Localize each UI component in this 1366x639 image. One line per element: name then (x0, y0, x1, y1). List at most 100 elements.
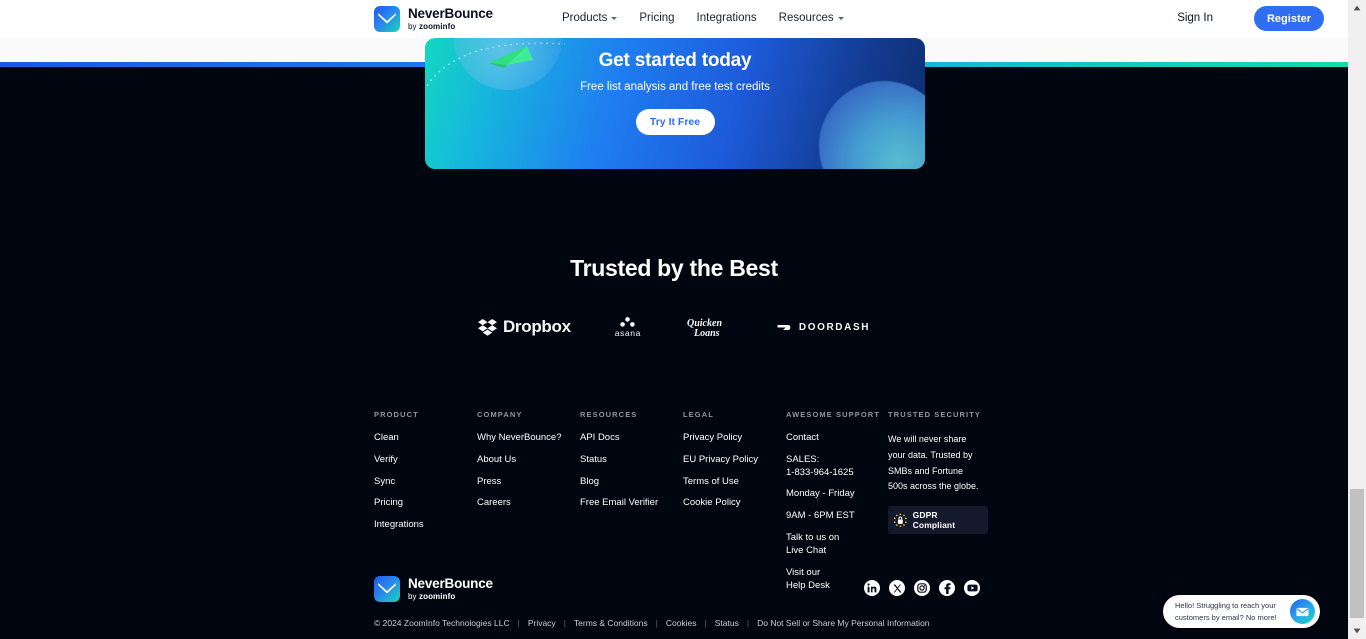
scroll-up-arrow-icon[interactable] (1348, 0, 1366, 16)
page-content: NeverBounce by zoominfo Products Pricing… (0, 0, 1348, 639)
footer-link-cookie-policy[interactable]: Cookie Policy (683, 497, 786, 510)
nav-item-integrations[interactable]: Integrations (697, 12, 757, 24)
nav-label: Resources (778, 12, 834, 24)
doordash-logo-icon (777, 324, 791, 330)
trusted-section: Trusted by the Best Dropbox asana Quicke… (0, 255, 1348, 338)
scrollbar-thumb[interactable] (1350, 489, 1364, 618)
nav-item-pricing[interactable]: Pricing (639, 12, 674, 24)
nav-item-resources[interactable]: Resources (779, 12, 844, 24)
footer-link-status[interactable]: Status (580, 454, 683, 467)
partner-name: Dropbox (502, 317, 571, 336)
footer-heading-legal: LEGAL (683, 410, 714, 419)
sign-in-link[interactable]: Sign In (1177, 12, 1213, 24)
try-it-free-button[interactable]: Try It Free (635, 109, 715, 135)
footer-link-api-docs[interactable]: API Docs (580, 432, 683, 445)
scroll-down-arrow-icon[interactable] (1348, 623, 1366, 639)
footer-sales-phone[interactable]: 1-833-964-1625 (786, 467, 888, 480)
get-started-banner: Get started today Free list analysis and… (425, 38, 925, 169)
legal-separator: | (563, 618, 566, 628)
asana-logo-icon (620, 316, 636, 327)
banner-title: Get started today (598, 50, 752, 71)
linkedin-icon[interactable] (864, 580, 880, 596)
vertical-scrollbar[interactable] (1348, 0, 1366, 639)
legal-link-terms-conditions[interactable]: Terms & Conditions (574, 618, 648, 628)
footer-support-hours: 9AM - 6PM EST (786, 510, 855, 522)
footer-link-sync[interactable]: Sync (374, 476, 477, 489)
register-button[interactable]: Register (1254, 6, 1324, 31)
banner-subtitle: Free list analysis and free test credits (580, 81, 770, 93)
chat-envelope-icon[interactable] (1290, 599, 1315, 624)
header-logo[interactable]: NeverBounce by zoominfo (374, 6, 493, 32)
footer-help-desk-prefix: Visit our (786, 566, 821, 578)
neverbounce-logo-icon (374, 576, 400, 602)
social-links (864, 580, 980, 596)
partner-name: asana (614, 327, 641, 338)
quicken-loans-logo-icon: Quicken Loans (687, 318, 722, 338)
footer-column-resources: RESOURCES API Docs Status Blog Free Emai… (580, 410, 683, 601)
footer-link-press[interactable]: Press (477, 476, 580, 489)
footer-column-company: COMPANY Why NeverBounce? About Us Press … (477, 410, 580, 601)
svg-text:Loans: Loans (693, 328, 720, 338)
footer-column-security: TRUSTED SECURITY We will never share you… (888, 410, 988, 601)
dropbox-logo-icon (477, 318, 497, 336)
footer-live-chat-link[interactable]: Live Chat (786, 545, 888, 558)
footer-link-contact[interactable]: Contact (786, 432, 888, 445)
partner-logo-dropbox: Dropbox (477, 317, 571, 337)
legal-link-privacy[interactable]: Privacy (528, 618, 556, 628)
x-twitter-icon[interactable] (889, 580, 905, 596)
logo-subtitle: by zoominfo (408, 21, 456, 31)
footer-logo-text: NeverBounce by zoominfo (408, 577, 493, 601)
partner-logo-asana: asana (614, 316, 641, 338)
site-header: NeverBounce by zoominfo Products Pricing… (0, 0, 1348, 38)
footer-link-eu-privacy-policy[interactable]: EU Privacy Policy (683, 454, 786, 467)
logo-subtitle: by zoominfo (408, 591, 456, 601)
footer-link-why-neverbounce[interactable]: Why NeverBounce? (477, 432, 580, 445)
footer-heading-product: PRODUCT (374, 410, 419, 419)
instagram-icon[interactable] (914, 580, 930, 596)
legal-separator: | (517, 618, 520, 628)
footer-column-product: PRODUCT Clean Verify Sync Pricing Integr… (374, 410, 477, 601)
footer-link-integrations[interactable]: Integrations (374, 519, 477, 532)
facebook-icon[interactable] (939, 580, 955, 596)
main-nav: Products Pricing Integrations Resources (562, 12, 844, 24)
footer-link-about-us[interactable]: About Us (477, 454, 580, 467)
banner-content: Get started today Free list analysis and… (425, 38, 925, 169)
footer-support-days: Monday - Friday (786, 488, 855, 500)
legal-link-cookies[interactable]: Cookies (666, 618, 697, 628)
partner-name: DOORDASH (798, 321, 871, 333)
legal-bar: © 2024 ZoomInfo Technologies LLC | Priva… (374, 618, 930, 628)
legal-separator: | (655, 618, 658, 628)
neverbounce-logo-icon (374, 6, 400, 32)
legal-link-status[interactable]: Status (715, 618, 739, 628)
legal-link-do-not-sell[interactable]: Do Not Sell or Share My Personal Informa… (757, 618, 929, 628)
footer-heading-company: COMPANY (477, 410, 523, 419)
legal-separator: | (746, 618, 750, 628)
footer-link-verify[interactable]: Verify (374, 454, 477, 467)
gdpr-compliant-badge: GDPR Compliant (888, 506, 988, 534)
footer-link-privacy-policy[interactable]: Privacy Policy (683, 432, 786, 445)
footer-heading-security: TRUSTED SECURITY (888, 410, 982, 419)
copyright-text: © 2024 ZoomInfo Technologies LLC (374, 618, 510, 628)
chat-widget[interactable]: Hello! Struggling to reach your customer… (1163, 595, 1320, 628)
footer-sales-line: SALES: 1-833-964-1625 (786, 454, 888, 480)
footer-link-pricing[interactable]: Pricing (374, 497, 477, 510)
footer-live-chat-line: Talk to us on Live Chat (786, 532, 888, 558)
nav-label: Products (562, 12, 608, 24)
footer-link-columns: PRODUCT Clean Verify Sync Pricing Integr… (374, 410, 994, 601)
footer-link-careers[interactable]: Careers (477, 497, 580, 510)
youtube-icon[interactable] (964, 580, 980, 596)
footer-link-terms-of-use[interactable]: Terms of Use (683, 476, 786, 489)
footer-live-chat-prefix: Talk to us on (786, 532, 840, 544)
footer-link-blog[interactable]: Blog (580, 476, 683, 489)
logo-name: NeverBounce (408, 6, 493, 22)
footer-link-free-email-verifier[interactable]: Free Email Verifier (580, 497, 683, 510)
gdpr-lock-icon (893, 513, 907, 527)
partner-logo-doordash: DOORDASH (777, 322, 870, 333)
footer-security-text: We will never share your data. Trusted b… (888, 434, 979, 492)
footer-logo[interactable]: NeverBounce by zoominfo (374, 576, 493, 602)
nav-item-products[interactable]: Products (562, 12, 618, 24)
logo-name: NeverBounce (408, 576, 493, 592)
footer-column-legal: LEGAL Privacy Policy EU Privacy Policy T… (683, 410, 786, 601)
footer-link-clean[interactable]: Clean (374, 432, 477, 445)
footer-sales-label: SALES: (786, 453, 820, 465)
